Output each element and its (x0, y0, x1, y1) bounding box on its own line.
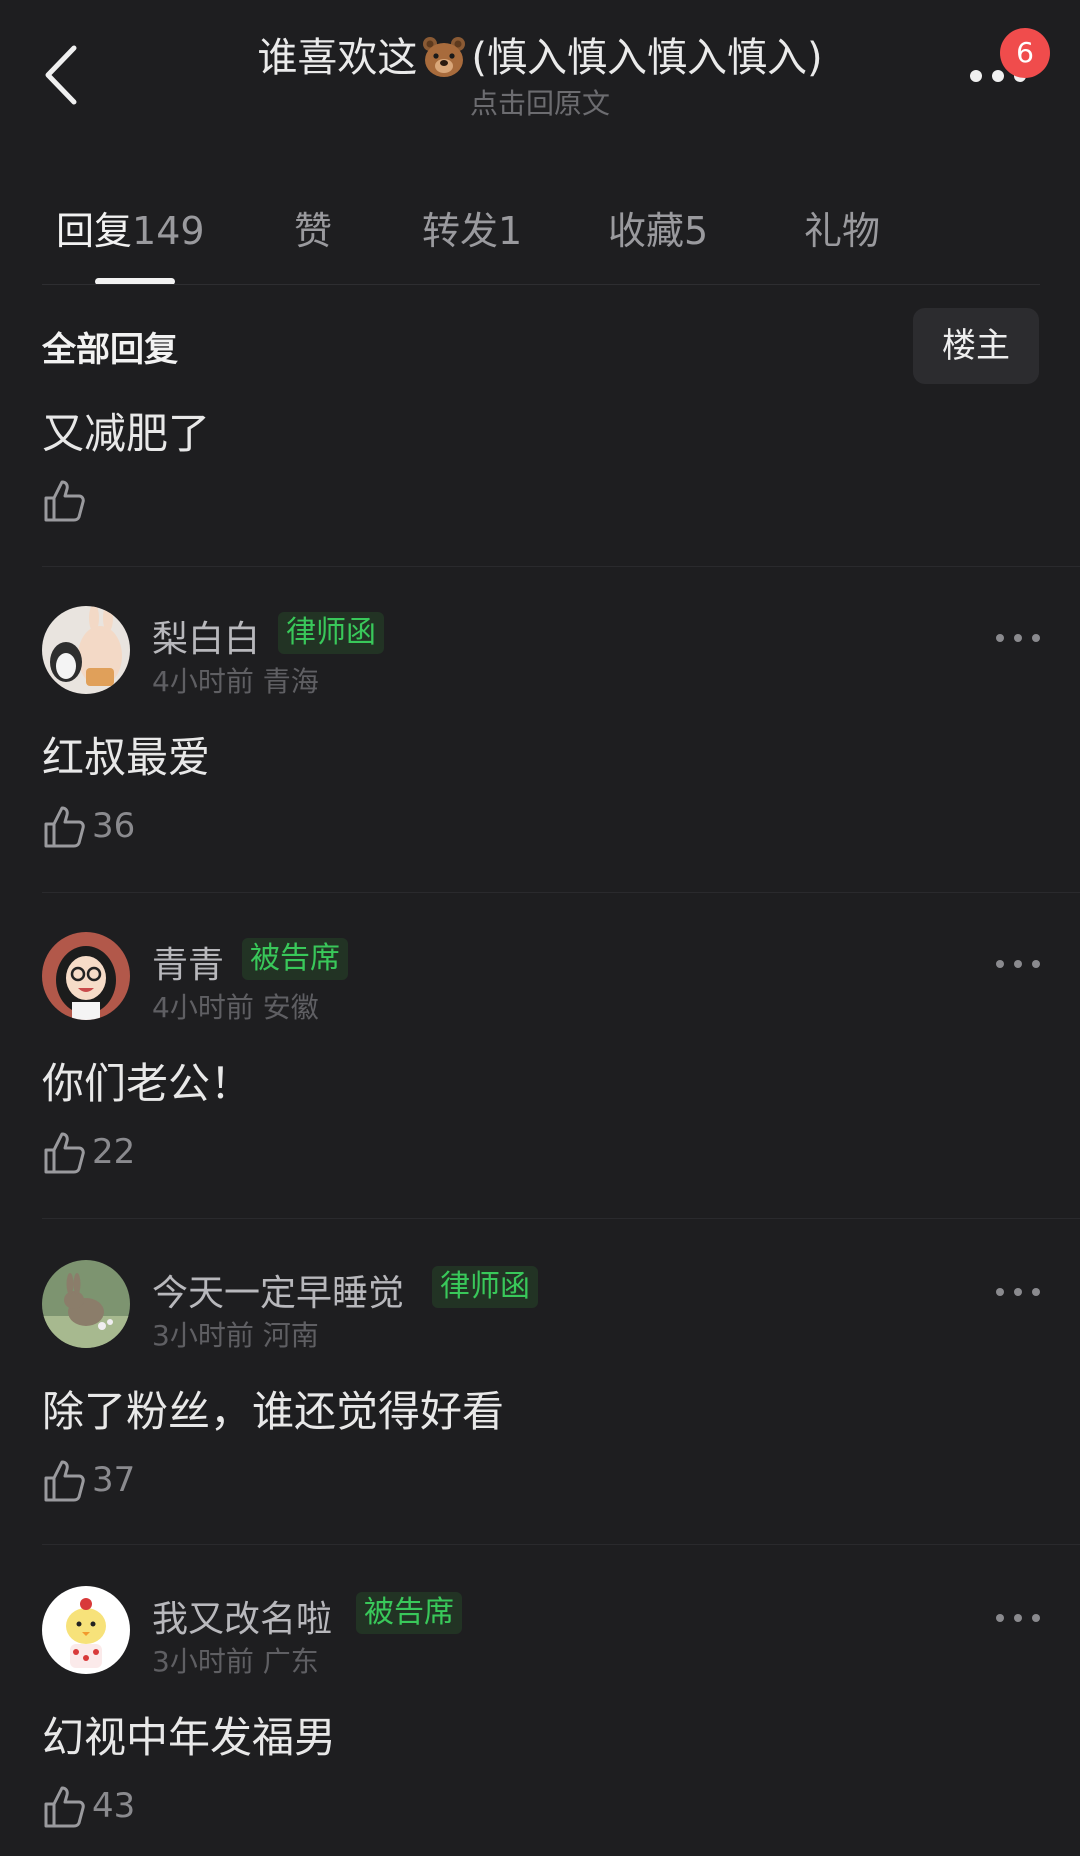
back-to-original-link[interactable]: 点击回原文 (180, 86, 900, 122)
comment-text: 红叔最爱 (42, 733, 211, 782)
post-title: 谁喜欢这 (慎入慎入慎入慎入) (180, 30, 900, 86)
title-suffix: (慎入慎入慎入慎入) (471, 35, 823, 81)
comment-meta: 3小时前 河南 (152, 1319, 319, 1352)
comment-text: 幻视中年发福男 (42, 1713, 337, 1762)
tab-count: 149 (132, 209, 205, 253)
user-tag-badge: 被告席 (356, 1592, 462, 1634)
tab-bar: 回复149 赞 转发1 收藏5 礼物 (0, 190, 1080, 286)
comment-text: 又减肥了 (42, 409, 211, 458)
back-button[interactable] (40, 40, 84, 110)
thumbs-up-icon (44, 480, 85, 522)
comment-text: 除了粉丝，谁还觉得好看 (42, 1387, 505, 1436)
tab-replies[interactable]: 回复149 (56, 200, 205, 255)
thumbs-up-icon (44, 1460, 85, 1502)
comment-meta: 4小时前 安徽 (152, 991, 319, 1024)
avatar[interactable] (42, 1586, 130, 1674)
tab-label: 收藏 (608, 209, 685, 253)
comment-meta: 3小时前 广东 (152, 1645, 319, 1678)
username[interactable]: 青青 (152, 936, 224, 988)
tab-likes[interactable]: 赞 (294, 200, 332, 255)
tab-reposts[interactable]: 转发1 (422, 200, 522, 255)
op-only-filter-button[interactable]: 楼主 (913, 308, 1039, 384)
username[interactable]: 梨白白 (152, 610, 260, 662)
avatar[interactable] (42, 932, 130, 1020)
avatar-image (42, 1260, 130, 1348)
thumbs-up-icon (44, 1132, 85, 1174)
tab-count: 1 (498, 209, 523, 253)
thumbs-up-icon (44, 1786, 85, 1828)
avatar-image (42, 1586, 130, 1674)
like-count: 37 (92, 1460, 136, 1500)
tab-label: 转发 (422, 209, 499, 253)
avatar[interactable] (42, 606, 130, 694)
divider (42, 284, 1040, 285)
username[interactable]: 今天一定早睡觉 (152, 1264, 404, 1316)
divider (42, 1544, 1080, 1545)
comment-more-button[interactable] (994, 1606, 1042, 1630)
tab-label: 礼物 (804, 209, 881, 253)
tab-label: 回复 (56, 209, 133, 253)
divider (42, 566, 1080, 567)
tab-label: 赞 (294, 209, 333, 253)
avatar[interactable] (42, 1260, 130, 1348)
section-title: 全部回复 (42, 330, 178, 370)
user-tag-badge: 被告席 (242, 938, 348, 980)
title-area[interactable]: 谁喜欢这 (慎入慎入慎入慎入) 点击回原文 (180, 30, 900, 122)
divider (42, 1218, 1080, 1219)
username[interactable]: 我又改名啦 (152, 1590, 332, 1642)
comment-text: 你们老公！ (42, 1059, 253, 1108)
user-tag-badge: 律师函 (278, 612, 384, 654)
comment-more-button[interactable] (994, 626, 1042, 650)
divider (42, 892, 1080, 893)
tab-count: 5 (684, 209, 709, 253)
chevron-left-icon (45, 45, 77, 105)
top-bar: 谁喜欢这 (慎入慎入慎入慎入) 点击回原文 6 (0, 0, 1080, 150)
user-tag-badge: 律师函 (432, 1266, 538, 1308)
comment-more-button[interactable] (994, 952, 1042, 976)
notification-badge: 6 (1000, 28, 1050, 78)
title-prefix: 谁喜欢这 (257, 35, 418, 81)
comment-meta: 4小时前 青海 (152, 665, 319, 698)
avatar-image (42, 606, 130, 694)
like-count: 43 (92, 1786, 136, 1826)
like-count: 36 (92, 806, 136, 846)
bear-face-emoji-icon (423, 37, 466, 77)
like-count: 22 (92, 1132, 136, 1172)
avatar-image (42, 932, 130, 1020)
comment-more-button[interactable] (994, 1280, 1042, 1304)
tab-gifts[interactable]: 礼物 (804, 200, 880, 255)
tab-favorites[interactable]: 收藏5 (608, 200, 708, 255)
thumbs-up-icon (44, 806, 85, 848)
